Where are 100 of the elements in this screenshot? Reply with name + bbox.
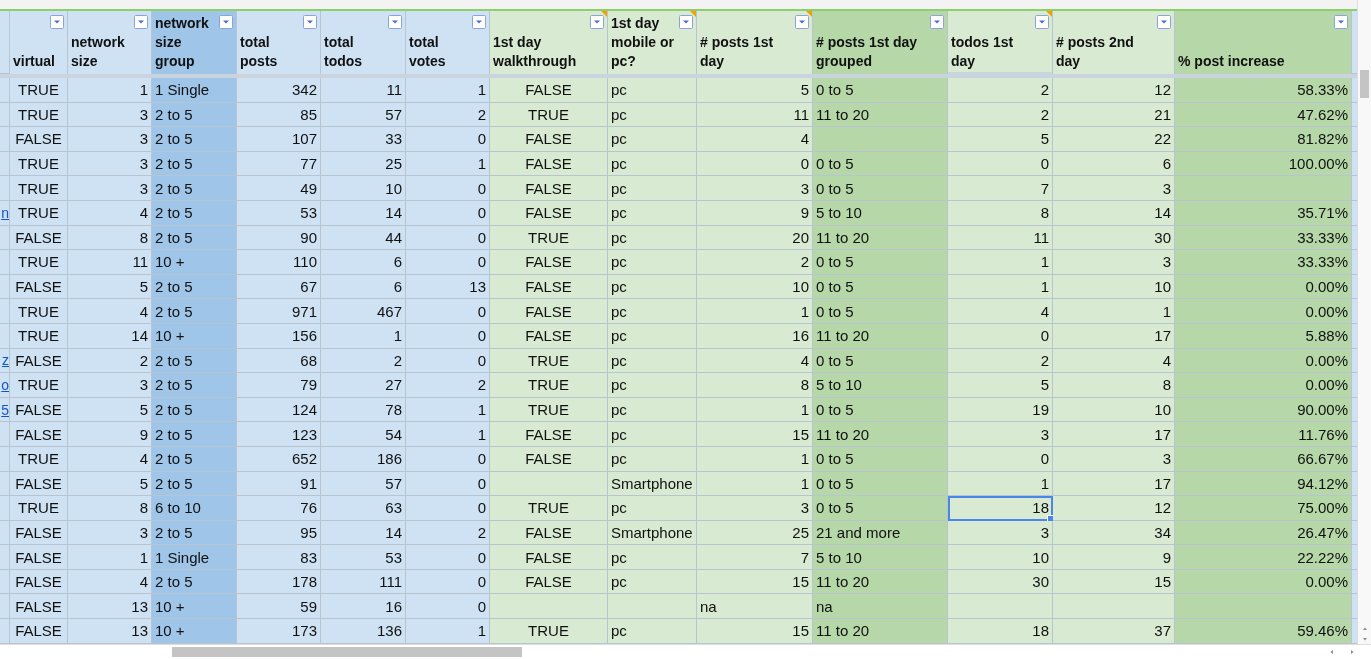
table-cell[interactable]: 1: [406, 397, 490, 423]
table-cell[interactable]: FALSE: [10, 397, 68, 423]
table-cell[interactable]: 342: [237, 78, 321, 103]
filter-dropdown-icon[interactable]: [388, 15, 402, 29]
table-cell[interactable]: 3: [68, 127, 152, 152]
table-cell[interactable]: 107: [237, 127, 321, 152]
table-cell[interactable]: FALSE: [10, 569, 68, 595]
table-cell[interactable]: [490, 471, 608, 497]
table-cell[interactable]: 3: [68, 102, 152, 128]
table-cell[interactable]: 67: [237, 274, 321, 300]
table-cell[interactable]: 11 to 20: [813, 323, 948, 349]
link-text[interactable]: 5: [1, 401, 9, 418]
table-cell[interactable]: 1: [406, 619, 490, 644]
table-cell[interactable]: 0.00%: [1175, 274, 1352, 300]
column-header[interactable]: total votes: [406, 11, 490, 74]
table-cell[interactable]: 0: [406, 471, 490, 497]
table-cell[interactable]: pc: [608, 373, 697, 398]
table-cell[interactable]: TRUE: [10, 323, 68, 349]
table-cell[interactable]: 11: [948, 225, 1053, 251]
table-cell[interactable]: 25: [697, 520, 813, 546]
table-cell[interactable]: 0: [948, 446, 1053, 472]
table-cell[interactable]: 4: [1053, 348, 1175, 374]
table-cell[interactable]: 4: [68, 446, 152, 472]
table-cell[interactable]: 111: [321, 569, 406, 595]
table-cell[interactable]: pc: [608, 151, 697, 177]
column-header[interactable]: # posts 1st day grouped: [813, 11, 948, 74]
filter-dropdown-icon[interactable]: [930, 15, 944, 29]
table-cell[interactable]: 156: [237, 323, 321, 349]
table-cell[interactable]: 2: [948, 348, 1053, 374]
table-cell[interactable]: pc: [608, 176, 697, 201]
table-cell[interactable]: 18: [948, 496, 1053, 521]
table-cell[interactable]: FALSE: [10, 422, 68, 447]
table-cell[interactable]: pc: [608, 299, 697, 324]
table-cell[interactable]: 11 to 20: [813, 225, 948, 251]
table-cell[interactable]: 1: [697, 471, 813, 497]
table-cell[interactable]: pc: [608, 496, 697, 521]
table-cell[interactable]: 10 +: [152, 250, 237, 275]
table-cell[interactable]: 57: [321, 102, 406, 128]
table-cell[interactable]: 0: [406, 127, 490, 152]
table-cell[interactable]: 2 to 5: [152, 471, 237, 497]
table-cell[interactable]: 2: [406, 373, 490, 398]
filter-dropdown-icon[interactable]: [1035, 15, 1049, 29]
table-cell[interactable]: pc: [608, 127, 697, 152]
table-cell[interactable]: 53: [237, 200, 321, 226]
table-cell[interactable]: 47.62%: [1175, 102, 1352, 128]
table-cell[interactable]: 63: [321, 496, 406, 521]
table-cell[interactable]: 2 to 5: [152, 373, 237, 398]
table-cell[interactable]: 3: [1053, 250, 1175, 275]
table-cell[interactable]: 4: [697, 348, 813, 374]
table-cell[interactable]: 15: [697, 619, 813, 644]
filter-dropdown-icon[interactable]: [590, 15, 604, 29]
table-cell[interactable]: FALSE: [490, 520, 608, 546]
table-cell[interactable]: 0 to 5: [813, 496, 948, 521]
table-cell[interactable]: 8: [68, 225, 152, 251]
table-cell[interactable]: 971: [237, 299, 321, 324]
table-cell[interactable]: 1: [948, 250, 1053, 275]
table-cell[interactable]: pc: [608, 545, 697, 570]
table-cell[interactable]: 0 to 5: [813, 397, 948, 423]
table-cell[interactable]: [813, 127, 948, 152]
table-cell[interactable]: 9: [1053, 545, 1175, 570]
table-cell[interactable]: 68: [237, 348, 321, 374]
link-text[interactable]: n: [1, 204, 9, 221]
table-cell[interactable]: 0 to 5: [813, 250, 948, 275]
table-cell[interactable]: 33.33%: [1175, 225, 1352, 251]
table-cell[interactable]: 3: [68, 151, 152, 177]
table-cell[interactable]: 10: [697, 274, 813, 300]
table-cell[interactable]: TRUE: [10, 78, 68, 103]
table-cell[interactable]: FALSE: [490, 274, 608, 300]
column-header[interactable]: virtual: [10, 11, 68, 74]
table-cell[interactable]: 2 to 5: [152, 446, 237, 472]
table-cell[interactable]: 16: [321, 594, 406, 620]
table-cell[interactable]: 0 to 5: [813, 78, 948, 103]
table-cell[interactable]: 13: [68, 594, 152, 620]
column-header[interactable]: # posts 1st day: [697, 11, 813, 74]
filter-dropdown-icon[interactable]: [679, 15, 693, 29]
table-cell[interactable]: 11.76%: [1175, 422, 1352, 447]
filter-dropdown-icon[interactable]: [1334, 15, 1348, 29]
table-cell[interactable]: 100.00%: [1175, 151, 1352, 177]
table-cell[interactable]: TRUE: [490, 348, 608, 374]
table-cell[interactable]: 5: [948, 127, 1053, 152]
table-cell[interactable]: 3: [697, 176, 813, 201]
filter-dropdown-icon[interactable]: [472, 15, 486, 29]
table-cell[interactable]: 1 Single: [152, 78, 237, 103]
table-cell[interactable]: 1: [948, 274, 1053, 300]
table-cell[interactable]: 4: [948, 299, 1053, 324]
table-cell[interactable]: Smartphone: [608, 520, 697, 546]
table-cell[interactable]: 11 to 20: [813, 619, 948, 644]
table-cell[interactable]: 5: [68, 397, 152, 423]
table-cell[interactable]: TRUE: [10, 176, 68, 201]
table-cell[interactable]: TRUE: [10, 496, 68, 521]
table-cell[interactable]: 25: [321, 151, 406, 177]
column-header[interactable]: 1st day mobile or pc?: [608, 11, 697, 74]
table-cell[interactable]: 178: [237, 569, 321, 595]
table-cell[interactable]: 1: [321, 323, 406, 349]
table-cell[interactable]: 2 to 5: [152, 102, 237, 128]
table-cell[interactable]: 7: [948, 176, 1053, 201]
table-cell[interactable]: 0: [406, 569, 490, 595]
table-cell[interactable]: 17: [1053, 471, 1175, 497]
table-cell[interactable]: FALSE: [490, 323, 608, 349]
table-cell[interactable]: 2 to 5: [152, 176, 237, 201]
